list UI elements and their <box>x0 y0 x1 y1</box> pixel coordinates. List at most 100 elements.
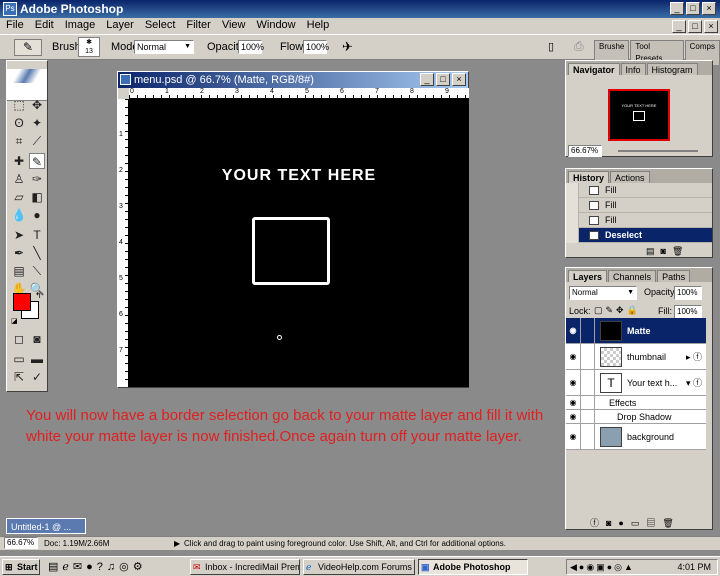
eye-icon[interactable]: ◉ <box>566 317 581 344</box>
default-colors-icon[interactable]: ◪ <box>11 317 18 325</box>
menu-window[interactable]: Window <box>251 18 301 31</box>
quick-launch-icons[interactable]: ▤ℯ✉●?♫◎⚙ <box>48 560 147 573</box>
adobe-feather-icon[interactable] <box>13 69 41 83</box>
taskbar-photoshop[interactable]: ▣ Adobe Photoshop <box>418 559 528 575</box>
app-title-bar[interactable]: Adobe Photoshop <box>0 0 720 18</box>
tab-info[interactable]: Info <box>620 63 646 75</box>
layer-drop-shadow-row[interactable]: ◉ Drop Shadow <box>566 409 706 424</box>
airbrush-icon[interactable]: ✈ <box>342 39 353 55</box>
type-icon[interactable]: T <box>29 227 45 243</box>
eyedropper-icon[interactable]: ⟍ <box>29 263 45 279</box>
history-footer-icons[interactable]: ▤◙🗑 <box>646 246 689 257</box>
layer-row-background[interactable]: ◉ background <box>566 423 706 450</box>
menu-select[interactable]: Select <box>139 18 181 31</box>
menu-file[interactable]: File <box>0 18 29 31</box>
tray-icons[interactable]: ◀●◉▣●◎▲ <box>570 562 635 572</box>
gradient-icon[interactable]: ◧ <box>29 189 45 205</box>
stamp-icon[interactable]: ♙ <box>11 171 27 187</box>
quick-mask-icon[interactable]: ◙ <box>29 331 45 347</box>
eraser-icon[interactable]: ▱ <box>11 189 27 205</box>
eye-icon[interactable]: ◉ <box>566 343 581 370</box>
navigator-thumbnail[interactable]: YOUR TEXT HERE <box>608 89 670 141</box>
menu-filter[interactable]: Filter <box>180 18 215 31</box>
doc-win-close-icon[interactable]: × <box>452 73 466 86</box>
layer-link-box[interactable] <box>581 423 595 450</box>
eye-icon[interactable]: ◉ <box>566 409 581 424</box>
maximize-icon[interactable]: □ <box>686 2 700 15</box>
jump-icon[interactable]: ✓ <box>29 369 45 385</box>
history-source-box[interactable] <box>566 197 579 213</box>
eye-icon[interactable]: ◉ <box>566 423 581 450</box>
brush-picker[interactable]: ✱ 13 <box>78 37 100 57</box>
layer-row-thumbnail[interactable]: ◉ thumbnail ▸ ⓕ <box>566 343 706 370</box>
doc-win-minimize-icon[interactable]: _ <box>420 73 434 86</box>
document-canvas[interactable]: YOUR TEXT HERE <box>129 99 469 387</box>
taskbar-videohelp[interactable]: ℯ VideoHelp.com Forums ::... <box>303 559 415 575</box>
close-icon[interactable]: × <box>702 2 716 15</box>
palette-icon[interactable]: ⎙ <box>574 39 584 54</box>
history-source-box[interactable] <box>566 182 579 198</box>
menu-edit[interactable]: Edit <box>29 18 59 31</box>
navigator-zoom-slider[interactable] <box>618 150 698 152</box>
tab-history[interactable]: History <box>568 171 610 183</box>
layer-row-matte[interactable]: ◉ Matte <box>566 317 706 344</box>
history-item[interactable]: Fill <box>566 197 712 213</box>
menu-image[interactable]: Image <box>59 18 101 31</box>
minimize-icon[interactable]: _ <box>670 2 684 15</box>
doc-restore-icon[interactable]: □ <box>688 20 702 33</box>
move-icon[interactable]: ✥ <box>29 97 45 113</box>
history-source-box[interactable] <box>566 227 579 243</box>
notes-icon[interactable]: ▤ <box>11 263 27 279</box>
clock[interactable]: 4:01 PM <box>677 560 711 574</box>
line-icon[interactable]: ╲ <box>29 245 45 261</box>
doc-close-icon[interactable]: × <box>704 20 718 33</box>
pen-icon[interactable]: ✒ <box>11 245 27 261</box>
healing-icon[interactable]: ✚ <box>11 153 27 169</box>
screen-mode-standard-icon[interactable]: ▭ <box>11 351 27 367</box>
flow-field[interactable]: 100% <box>303 40 329 54</box>
blend-mode-select[interactable]: Normal ▼ <box>569 286 637 300</box>
fx-icon[interactable]: ▸ ⓕ <box>686 350 702 363</box>
status-arrow-icon[interactable]: ▶ <box>174 537 180 550</box>
tab-navigator[interactable]: Navigator <box>568 63 620 75</box>
crop-icon[interactable]: ⌗ <box>11 133 27 149</box>
menu-view[interactable]: View <box>216 18 251 31</box>
dodge-icon[interactable]: ● <box>29 207 45 223</box>
imageready-icon[interactable]: ⇱ <box>11 369 27 385</box>
layer-opacity-field[interactable]: 100% <box>674 286 702 300</box>
menu-help[interactable]: Help <box>301 18 335 31</box>
marquee-icon[interactable]: ⬚ <box>11 97 27 113</box>
mode-select[interactable]: Normal ▼ <box>134 40 194 54</box>
eye-icon[interactable]: ◉ <box>566 395 581 410</box>
opacity-field[interactable]: 100% <box>238 40 264 54</box>
history-item[interactable]: Fill <box>566 182 712 198</box>
fx-icon[interactable]: ▾ ⓕ <box>686 376 702 389</box>
lock-icons[interactable]: ▢✎✥🔒 <box>594 305 641 316</box>
history-item-selected[interactable]: Deselect <box>566 227 712 243</box>
history-source-box[interactable] <box>566 212 579 228</box>
lasso-icon[interactable]: ʘ <box>11 115 27 131</box>
standard-mode-icon[interactable]: ◻ <box>11 331 27 347</box>
layers-footer-icons[interactable]: ⓕ◙●▭▤🗑 <box>590 516 681 529</box>
slice-icon[interactable]: ⟋ <box>29 133 45 149</box>
tab-paths[interactable]: Paths <box>657 270 691 282</box>
eye-icon[interactable]: ◉ <box>566 369 581 396</box>
magic-wand-icon[interactable]: ✦ <box>29 115 45 131</box>
tab-histogram[interactable]: Histogram <box>646 63 698 75</box>
tab-actions[interactable]: Actions <box>610 171 650 183</box>
foreground-color[interactable] <box>13 293 31 311</box>
layer-fill-field[interactable]: 100% <box>674 305 702 319</box>
screen-mode-full-icon[interactable]: ▬ <box>29 351 45 367</box>
history-item[interactable]: Fill <box>566 212 712 228</box>
brush-preset-icon[interactable]: ✎ <box>14 39 42 56</box>
history-brush-icon[interactable]: ✑ <box>29 171 45 187</box>
tab-channels[interactable]: Channels <box>608 270 657 282</box>
doc-win-maximize-icon[interactable]: □ <box>436 73 450 86</box>
layer-row-text[interactable]: ◉ T Your text h... ▾ ⓕ <box>566 369 706 396</box>
file-browser-icon[interactable]: ▯ <box>548 40 554 53</box>
swap-colors-icon[interactable]: ↰ <box>35 291 42 300</box>
brush-icon[interactable]: ✎ <box>29 153 45 169</box>
start-button[interactable]: ⊞ Start <box>2 559 40 575</box>
minimized-document[interactable]: Untitled-1 @ ... <box>6 518 86 534</box>
taskbar-incredimail[interactable]: ✉ Inbox - IncrediMail Premium <box>190 559 300 575</box>
